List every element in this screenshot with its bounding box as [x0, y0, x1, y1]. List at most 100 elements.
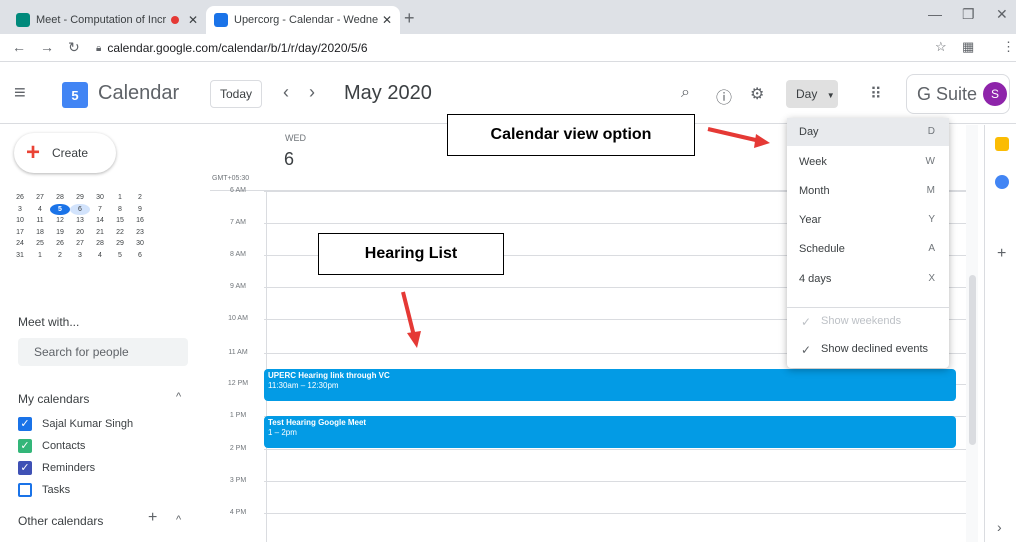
forward-icon[interactable]: →: [40, 39, 54, 55]
mini-cal-day[interactable]: 25: [30, 238, 50, 250]
mini-cal-day[interactable]: 10: [10, 215, 30, 227]
search-icon[interactable]: ⌕: [681, 84, 690, 102]
maximize-icon[interactable]: ❐: [962, 6, 975, 23]
event-uperc-hearing[interactable]: UPERC Hearing link through VC 11:30am – …: [264, 369, 956, 401]
hour-label: 2 PM: [229, 445, 247, 452]
mini-cal-day[interactable]: 1: [30, 250, 50, 262]
mini-cal-day[interactable]: 2: [130, 192, 150, 204]
url-field[interactable]: 🔒︎ calendar.google.com/calendar/b/1/r/da…: [96, 38, 368, 58]
show-declined-events-option[interactable]: Show declined events: [821, 343, 928, 355]
event-test-hearing[interactable]: Test Hearing Google Meet 1 – 2pm: [264, 416, 956, 448]
tab-meet[interactable]: Meet - Computation of Incre ✕: [8, 6, 206, 34]
back-icon[interactable]: ←: [12, 39, 26, 55]
mini-cal-day[interactable]: 27: [70, 238, 90, 250]
mini-cal-day[interactable]: 31: [10, 250, 30, 262]
close-window-icon[interactable]: ✕: [996, 6, 1008, 23]
new-tab-icon[interactable]: +: [404, 8, 415, 29]
other-calendars-title[interactable]: Other calendars: [18, 514, 103, 528]
today-button[interactable]: Today: [210, 80, 262, 108]
calendar-item-reminders[interactable]: ✓ Reminders: [18, 461, 95, 475]
avatar[interactable]: S: [983, 82, 1008, 106]
menu-item-4-days[interactable]: 4 days X: [787, 265, 949, 293]
mini-cal-day[interactable]: 4: [90, 250, 110, 262]
mini-cal-day[interactable]: 23: [130, 227, 150, 239]
extension-icon[interactable]: ▦: [962, 39, 974, 55]
calendar-item-tasks[interactable]: Tasks: [18, 483, 70, 497]
menu-item-week[interactable]: Week W: [787, 148, 949, 176]
checkbox-checked-icon[interactable]: ✓: [18, 417, 32, 431]
my-calendars-title[interactable]: My calendars: [18, 392, 89, 406]
mini-cal-day[interactable]: 8: [110, 204, 130, 216]
calendar-item-contacts[interactable]: ✓ Contacts: [18, 439, 85, 453]
mini-cal-day[interactable]: 6: [130, 250, 150, 262]
mini-cal-day[interactable]: 22: [110, 227, 130, 239]
mini-cal-day[interactable]: 28: [50, 192, 70, 204]
close-tab-icon[interactable]: ✕: [188, 13, 198, 27]
chevron-up-icon[interactable]: ^: [176, 514, 181, 526]
menu-item-year[interactable]: Year Y: [787, 206, 949, 234]
reload-icon[interactable]: ↻: [68, 39, 80, 56]
calendar-item-sajal[interactable]: ✓ Sajal Kumar Singh: [18, 417, 133, 431]
mini-cal-day[interactable]: 14: [90, 215, 110, 227]
menu-item-month[interactable]: Month M: [787, 177, 949, 205]
day-number[interactable]: 6: [284, 149, 294, 170]
mini-cal-day[interactable]: 3: [10, 204, 30, 216]
scrollbar-thumb[interactable]: [969, 275, 976, 445]
chevron-up-icon[interactable]: ^: [176, 391, 181, 403]
mini-cal-day[interactable]: 24: [10, 238, 30, 250]
mini-cal-day-current[interactable]: 6: [70, 203, 90, 215]
mini-cal-day[interactable]: 20: [70, 227, 90, 239]
chevron-right-icon[interactable]: ›: [997, 519, 1002, 535]
help-icon[interactable]: ⓘ: [716, 84, 732, 108]
mini-cal-day[interactable]: 26: [10, 192, 30, 204]
mini-cal-day[interactable]: 29: [110, 238, 130, 250]
menu-item-day[interactable]: Day D: [787, 118, 949, 146]
menu-kebab-icon[interactable]: ⋮: [1002, 39, 1015, 55]
view-selector-button[interactable]: Day ▼: [786, 80, 838, 108]
tasks-icon[interactable]: [995, 175, 1009, 189]
mini-cal-day[interactable]: 16: [130, 215, 150, 227]
mini-cal-day[interactable]: 7: [90, 204, 110, 216]
mini-cal-day[interactable]: 27: [30, 192, 50, 204]
add-addon-plus-icon[interactable]: +: [997, 245, 1006, 263]
mini-cal-day[interactable]: 5: [110, 250, 130, 262]
mini-cal-day[interactable]: 2: [50, 250, 70, 262]
search-people-input[interactable]: Search for people: [18, 338, 188, 366]
tab-calendar[interactable]: Upercorg - Calendar - Wednesda ✕: [206, 6, 400, 34]
mini-cal-day[interactable]: 3: [70, 250, 90, 262]
main-menu-icon[interactable]: ≡: [14, 82, 26, 105]
menu-item-schedule[interactable]: Schedule A: [787, 235, 949, 263]
mini-cal-day[interactable]: 12: [50, 215, 70, 227]
star-icon[interactable]: ☆: [935, 39, 947, 55]
checkbox-checked-icon[interactable]: ✓: [18, 439, 32, 453]
create-button[interactable]: + Create: [14, 133, 116, 173]
mini-cal-day[interactable]: 1: [110, 192, 130, 204]
mini-cal-day[interactable]: 17: [10, 227, 30, 239]
checkbox-checked-icon[interactable]: ✓: [18, 461, 32, 475]
mini-cal-day[interactable]: 15: [110, 215, 130, 227]
mini-cal-day[interactable]: 28: [90, 238, 110, 250]
checkbox-unchecked-icon[interactable]: [18, 483, 32, 497]
mini-cal-day[interactable]: 30: [90, 192, 110, 204]
settings-gear-icon[interactable]: ⚙: [750, 84, 764, 104]
mini-cal-day[interactable]: 18: [30, 227, 50, 239]
mini-cal-day[interactable]: 19: [50, 227, 70, 239]
close-tab-icon[interactable]: ✕: [382, 13, 392, 27]
add-calendar-plus-icon[interactable]: +: [148, 509, 157, 527]
mini-cal-day[interactable]: 30: [130, 238, 150, 250]
mini-cal-day[interactable]: 4: [30, 204, 50, 216]
previous-period-icon[interactable]: ‹: [283, 82, 289, 103]
mini-cal-day[interactable]: 13: [70, 215, 90, 227]
mini-cal-day[interactable]: 21: [90, 227, 110, 239]
next-period-icon[interactable]: ›: [309, 82, 315, 103]
keep-icon[interactable]: [995, 137, 1009, 151]
mini-cal-day[interactable]: 11: [30, 215, 50, 227]
mini-cal-day[interactable]: 9: [130, 204, 150, 216]
gsuite-account[interactable]: G Suite S: [906, 74, 1010, 114]
show-weekends-option[interactable]: Show weekends: [821, 315, 901, 327]
mini-cal-day[interactable]: 29: [70, 192, 90, 204]
minimize-icon[interactable]: —: [928, 6, 942, 22]
mini-cal-day[interactable]: 26: [50, 238, 70, 250]
mini-cal-day-selected[interactable]: 5: [50, 203, 70, 215]
apps-grid-icon[interactable]: ⠿: [870, 84, 882, 104]
